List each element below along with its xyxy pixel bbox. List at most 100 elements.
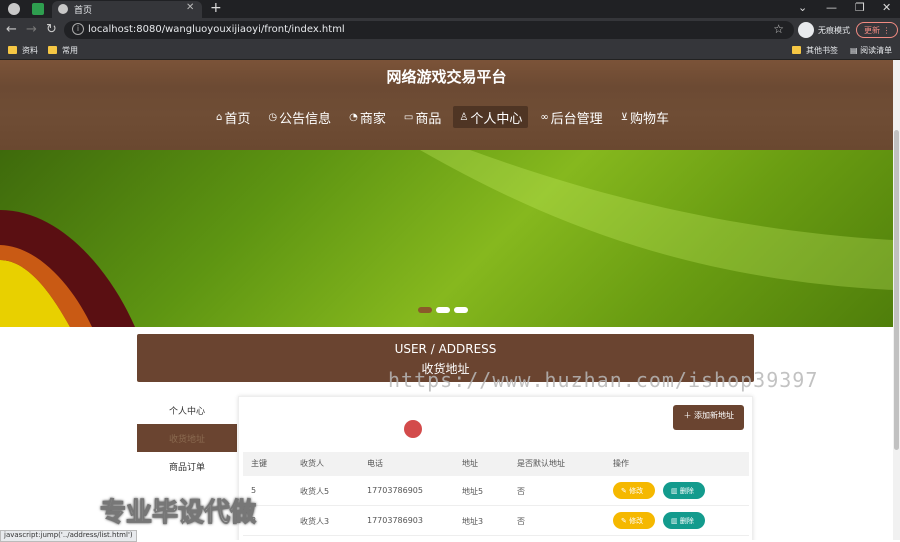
browser-menu-icon[interactable] (8, 3, 20, 15)
folder-icon (792, 46, 801, 54)
plus-icon: ＋ (683, 411, 694, 420)
trash-icon: ▥ (671, 487, 680, 495)
nav-home[interactable]: ⌂ 首页 (210, 106, 256, 128)
nav-label: 商家 (359, 111, 386, 127)
restore-icon[interactable]: ❐ (855, 1, 865, 14)
edit-button[interactable]: ✎ 修改 (613, 482, 655, 499)
delete-label: 删除 (679, 487, 694, 495)
back-icon[interactable]: ← (6, 22, 17, 37)
table-row: 5 收货人5 17703786905 地址5 否 ✎ 修改 ▥ 删除 (243, 476, 749, 506)
scrollbar-thumb[interactable] (894, 130, 899, 450)
col-name: 收货人 (300, 459, 324, 468)
pinned-tab-icon[interactable] (32, 3, 44, 15)
nav-cart[interactable]: ⊻ 购物车 (615, 106, 675, 128)
side-item-orders[interactable]: 商品订单 (137, 452, 237, 480)
link-status-tooltip: javascript:jump('../address/list.html') (0, 530, 137, 542)
cell-default: 否 (517, 517, 525, 526)
add-address-label: 添加新地址 (694, 411, 734, 420)
clock-icon: ◷ (268, 111, 278, 123)
bookmark-folder[interactable]: 资料 (8, 45, 38, 56)
gauge-icon: ◔ (349, 111, 358, 123)
cursor-highlight (404, 420, 422, 438)
url-field[interactable]: i localhost:8080/wangluoyouxijiaoyi/fron… (64, 21, 794, 39)
edit-label: 修改 (629, 517, 644, 525)
nav-label: 个人中心 (470, 111, 523, 127)
nav-label: 首页 (224, 111, 251, 127)
pencil-icon: ✎ (621, 487, 630, 495)
other-bookmarks[interactable]: 其他书签 (792, 45, 838, 56)
site-header: 网络游戏交易平台 ⌂ 首页 ◷ 公告信息 ◔ 商家 ▭ 商品 ♙ 个人中心 ∞ 后台管理 ⊻… (0, 60, 893, 150)
pencil-icon: ✎ (621, 517, 630, 525)
side-item-personal-center[interactable]: 个人中心 (137, 396, 237, 424)
banner-image (0, 150, 893, 327)
tab-title: 首页 (74, 6, 93, 16)
page-scrollbar[interactable] (893, 60, 900, 540)
update-button[interactable]: 更新 ⋮ (856, 22, 898, 38)
site-title: 网络游戏交易平台 (386, 68, 507, 86)
trash-icon: ▥ (671, 517, 680, 525)
minimize-icon[interactable]: — (826, 1, 837, 14)
info-icon[interactable]: i (72, 23, 84, 35)
cell-default: 否 (517, 487, 525, 496)
bookmarks-bar: 资料 常用 其他书签 ▤ 阅读清单 (0, 42, 900, 60)
tab-search-icon[interactable]: ⌄ (798, 1, 807, 14)
address-table: 主键 收货人 电话 地址 是否默认地址 操作 5 收货人5 1770378690… (243, 452, 749, 536)
nav-label: 公告信息 (279, 111, 332, 127)
nav-products[interactable]: ▭ 商品 (398, 106, 447, 128)
incognito-icon[interactable] (798, 22, 814, 38)
cell-address: 地址3 (462, 517, 484, 526)
reading-list[interactable]: ▤ 阅读清单 (850, 45, 892, 56)
user-icon: ♙ (459, 111, 469, 123)
bookmark-label: 资料 (22, 46, 38, 55)
reload-icon[interactable]: ↻ (46, 22, 57, 37)
home-icon: ⌂ (216, 111, 223, 123)
link-icon: ∞ (540, 111, 549, 123)
cart-icon: ⊻ (620, 111, 629, 123)
table-header: 主键 收货人 电话 地址 是否默认地址 操作 (243, 452, 749, 476)
edit-button[interactable]: ✎ 修改 (613, 512, 655, 529)
section-title-en: USER / ADDRESS (394, 342, 497, 356)
nav-merchants[interactable]: ◔ 商家 (343, 106, 392, 128)
address-panel: ＋ 添加新地址 主键 收货人 电话 地址 是否默认地址 操作 5 收货人5 17… (238, 396, 753, 540)
update-label: 更新 (864, 26, 880, 35)
watermark-text: https://www.huzhan.com/ishop39397 (388, 368, 819, 392)
bookmark-star-icon[interactable]: ☆ (773, 22, 784, 36)
nav-admin[interactable]: ∞ 后台管理 (534, 106, 608, 128)
carousel-dot[interactable] (418, 307, 432, 313)
address-bar-row: ← → ↻ i localhost:8080/wangluoyouxijiaoy… (0, 18, 900, 42)
banner-carousel[interactable] (0, 150, 893, 327)
tab-close-icon[interactable]: ✕ (186, 2, 194, 13)
overlay-text: 专业毕设代做 (99, 498, 257, 529)
add-address-button[interactable]: ＋ 添加新地址 (673, 405, 744, 430)
globe-icon (58, 4, 68, 14)
book-icon: ▭ (403, 111, 414, 123)
side-item-address[interactable]: 收货地址 (137, 424, 237, 452)
url-text: localhost:8080/wangluoyouxijiaoyi/front/… (88, 24, 345, 35)
bookmark-folder[interactable]: 常用 (48, 45, 78, 56)
new-tab-icon[interactable]: + (210, 0, 222, 16)
cell-name: 收货人5 (300, 487, 330, 496)
nav-label: 后台管理 (550, 111, 603, 127)
browser-tab-bar: 首页 ✕ + ⌄ — ❐ ✕ (0, 0, 900, 18)
delete-button[interactable]: ▥ 删除 (663, 512, 705, 529)
cell-phone: 17703786905 (367, 486, 423, 495)
carousel-dot[interactable] (436, 307, 450, 313)
window-close-icon[interactable]: ✕ (882, 1, 891, 14)
col-address: 地址 (462, 459, 478, 468)
reading-list-icon: ▤ (850, 46, 861, 55)
forward-icon[interactable]: → (26, 22, 37, 37)
cell-name: 收货人3 (300, 517, 330, 526)
col-phone: 电话 (367, 459, 383, 468)
col-default: 是否默认地址 (517, 459, 565, 468)
edit-label: 修改 (629, 487, 644, 495)
delete-button[interactable]: ▥ 删除 (663, 482, 705, 499)
nav-announcements[interactable]: ◷ 公告信息 (262, 106, 337, 128)
nav-label: 购物车 (630, 111, 670, 127)
incognito-label: 无痕模式 (818, 26, 850, 35)
nav-personal-center[interactable]: ♙ 个人中心 (453, 106, 529, 128)
web-page: 网络游戏交易平台 ⌂ 首页 ◷ 公告信息 ◔ 商家 ▭ 商品 ♙ 个人中心 ∞ 后台管理 ⊻… (0, 60, 893, 540)
col-id: 主键 (251, 459, 267, 468)
folder-icon (8, 46, 17, 54)
cell-phone: 17703786903 (367, 516, 423, 525)
carousel-dot[interactable] (454, 307, 468, 313)
